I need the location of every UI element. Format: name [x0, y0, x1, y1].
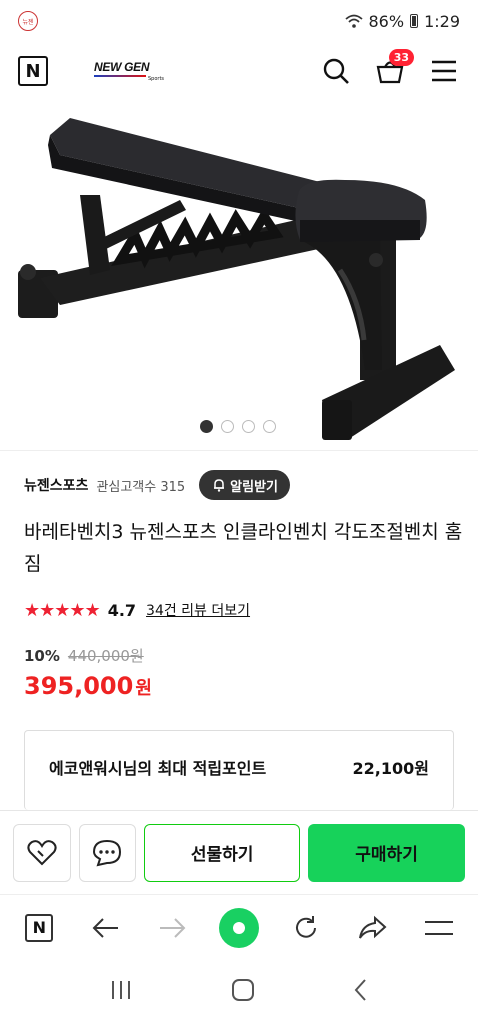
share-button[interactable]	[350, 906, 394, 950]
brand-underline	[94, 75, 146, 77]
browser-toolbar: N	[0, 894, 478, 960]
back-button[interactable]	[84, 906, 128, 950]
divider	[0, 450, 478, 451]
purchase-bar: 선물하기 구매하기	[0, 810, 478, 894]
naver-n-icon: N	[25, 913, 54, 942]
gallery-dot[interactable]	[242, 420, 255, 433]
store-logo[interactable]: NEW GEN Sports	[94, 60, 164, 82]
original-price: 440,000원	[67, 647, 144, 665]
arrow-right-icon	[160, 917, 186, 938]
green-dot-button[interactable]	[217, 906, 261, 950]
gallery-dot[interactable]	[221, 420, 234, 433]
rating-row: ★★★★★ 4.7 34건 리뷰 더보기	[24, 598, 250, 622]
buy-button[interactable]: 구매하기	[308, 823, 466, 882]
refresh-icon	[295, 915, 316, 938]
bell-plus-icon	[214, 479, 225, 492]
gallery-dot[interactable]	[263, 420, 276, 433]
wishlist-button[interactable]	[13, 823, 71, 882]
home-button[interactable]	[231, 978, 255, 1006]
top-header: N NEW GEN Sports 33	[0, 42, 478, 100]
hamburger-icon	[432, 60, 456, 82]
gallery-dot[interactable]	[200, 420, 213, 433]
brand-sub: Sports	[148, 76, 165, 82]
home-icon	[232, 979, 254, 1001]
cart-count-badge: 33	[388, 49, 414, 66]
gift-button[interactable]: 선물하기	[144, 823, 301, 882]
product-image[interactable]	[0, 100, 478, 450]
search-icon	[323, 58, 349, 84]
naver-n-letter: N	[32, 918, 46, 937]
alarm-label: 알림받기	[230, 479, 278, 495]
forward-button[interactable]	[150, 906, 194, 950]
reviews-link[interactable]: 34건 리뷰 더보기	[146, 600, 250, 620]
sale-price-value: 395,000	[24, 672, 134, 700]
sale-price-unit: 원	[135, 678, 152, 699]
search-button[interactable]	[320, 55, 352, 87]
browser-home-button[interactable]: N	[17, 906, 61, 950]
naver-home-button[interactable]: N	[18, 56, 48, 86]
rating-stars: ★★★★★	[24, 599, 101, 621]
system-nav-bar	[0, 960, 478, 1024]
battery-percent: 86%	[368, 11, 405, 31]
refresh-button[interactable]	[284, 906, 328, 950]
recent-apps-button[interactable]	[109, 980, 133, 1004]
header-icons: 33	[320, 49, 460, 87]
product-title: 바레타벤치3 뉴젠스포츠 인클라인벤치 각도조절벤치 홈짐	[24, 521, 463, 575]
app-icon-text: 뉴젠	[22, 18, 34, 26]
menu-button[interactable]	[428, 55, 460, 87]
chat-button[interactable]	[78, 823, 137, 882]
menu-lines-icon	[424, 920, 453, 935]
chat-bubble-icon	[93, 839, 122, 866]
naver-logo-letter: N	[25, 60, 41, 82]
arrow-left-icon	[92, 917, 118, 938]
chevron-left-icon	[354, 979, 366, 1001]
store-name[interactable]: 뉴젠스포츠	[24, 475, 88, 495]
discount-rate: 10%	[24, 646, 60, 665]
rating-score: 4.7	[107, 600, 137, 620]
system-back-button[interactable]	[353, 978, 369, 1006]
points-value: 22,100원	[352, 759, 429, 778]
battery-icon	[410, 14, 419, 28]
points-label: 에코앤워시님의 최대 적립포인트	[49, 759, 267, 778]
store-row: 뉴젠스포츠 관심고객수 315 알림받기	[24, 470, 464, 500]
points-box: 에코앤워시님의 최대 적립포인트 22,100원	[24, 730, 454, 810]
status-bar: 뉴젠 86% 1:29	[0, 0, 478, 42]
gallery-pagination	[200, 420, 276, 433]
share-icon	[359, 915, 387, 939]
discount-row: 10% 440,000원	[24, 645, 144, 666]
browser-menu-button[interactable]	[417, 906, 461, 950]
clock: 1:29	[424, 11, 460, 31]
green-dot-icon	[218, 907, 259, 948]
store-followers: 관심고객수 315	[96, 479, 186, 495]
heart-icon	[27, 839, 57, 865]
brand-name: NEW GEN	[94, 60, 150, 74]
wifi-icon	[344, 14, 363, 28]
alarm-subscribe-button[interactable]: 알림받기	[199, 470, 290, 500]
recent-apps-icon	[112, 981, 130, 999]
app-notification-icon: 뉴젠	[18, 11, 38, 31]
cart-button[interactable]: 33	[374, 49, 414, 87]
status-right: 86% 1:29	[344, 11, 460, 31]
sale-price: 395,000 원	[24, 672, 152, 700]
